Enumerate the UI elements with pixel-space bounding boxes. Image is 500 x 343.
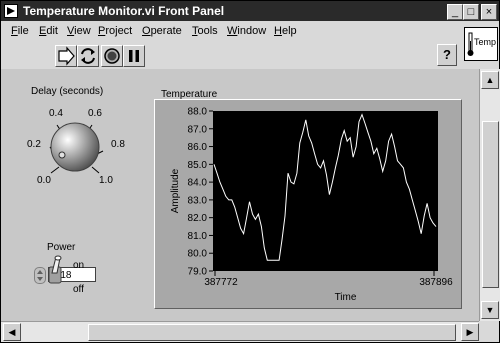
minimize-button[interactable]: _ [447, 4, 463, 20]
run-continuously-button[interactable] [77, 45, 99, 67]
close-icon: × [485, 6, 493, 18]
y-tick-label: 81.0 [188, 231, 208, 242]
menu-file[interactable]: File [11, 25, 29, 37]
menu-window[interactable]: Window [227, 25, 266, 37]
y-tick-label: 80.0 [188, 249, 208, 260]
menu-help[interactable]: Help [274, 25, 297, 37]
scroll-down-button[interactable]: ▼ [481, 301, 499, 319]
menu-tools[interactable]: Tools [192, 25, 218, 37]
power-off-label: off [73, 284, 84, 295]
run-continuously-icon [81, 48, 95, 64]
vertical-scroll-thumb[interactable] [482, 121, 499, 288]
labview-app-icon [4, 4, 18, 18]
run-button[interactable] [55, 45, 77, 67]
menu-edit[interactable]: Edit [39, 25, 58, 37]
horizontal-scrollbar[interactable]: ◀ ▶ [1, 321, 479, 342]
power-on-label: on [73, 260, 85, 271]
front-panel: Delay (seconds) 0.4 0.6 0.2 0.8 0.0 1.0 [1, 69, 479, 321]
close-button[interactable]: × [481, 4, 497, 20]
arrow-down-icon: ▼ [485, 305, 495, 315]
resize-corner[interactable] [479, 321, 499, 341]
menu-view[interactable]: View [67, 25, 91, 37]
knob-pointer [58, 151, 66, 159]
y-tick-label: 79.0 [188, 267, 208, 278]
scroll-right-button[interactable]: ▶ [461, 323, 479, 341]
scroll-up-button[interactable]: ▲ [481, 71, 499, 89]
x-axis-label: Time [335, 292, 357, 303]
arrow-right-icon: ▶ [466, 327, 474, 337]
y-tick-label: 85.0 [188, 160, 208, 171]
y-tick-label: 84.0 [188, 178, 208, 189]
title-bar[interactable]: Temperature Monitor.vi Front Panel _ □ × [1, 1, 499, 21]
abort-button[interactable] [101, 45, 123, 67]
horizontal-scroll-thumb[interactable] [88, 324, 456, 341]
arrow-left-icon: ◀ [8, 327, 16, 337]
plot-area [213, 111, 438, 271]
run-icon [58, 46, 75, 66]
y-tick-label: 86.0 [188, 142, 208, 153]
power-label: Power [47, 242, 76, 253]
maximize-icon: □ [467, 6, 475, 18]
minimize-icon: _ [451, 6, 459, 18]
menu-bar: File Edit View Project Operate Tools Win… [1, 21, 499, 44]
toolbar: ? [1, 43, 499, 70]
pause-icon [129, 50, 139, 62]
x-tick-label: 387896 [419, 277, 453, 288]
vertical-scrollbar[interactable]: ▲ ▼ [479, 69, 500, 321]
y-tick-label: 88.0 [188, 107, 208, 118]
context-help-button[interactable]: ? [437, 44, 457, 66]
y-tick-label: 87.0 [188, 124, 208, 135]
menu-operate[interactable]: Operate [142, 25, 182, 37]
window-title: Temperature Monitor.vi Front Panel [23, 4, 225, 18]
abort-icon [104, 48, 120, 64]
delay-knob-label: Delay (seconds) [31, 86, 104, 97]
y-tick-label: 83.0 [188, 195, 208, 206]
vi-window: Temperature Monitor.vi Front Panel _ □ ×… [0, 0, 500, 343]
y-tick-label: 82.0 [188, 213, 208, 224]
pause-button[interactable] [123, 45, 145, 67]
vi-icon-label: Temp [474, 37, 497, 47]
arrow-up-icon: ▲ [485, 75, 495, 85]
power-toggle-switch[interactable] [44, 255, 70, 285]
x-tick-label: 387772 [204, 277, 238, 288]
temperature-chart[interactable]: 79.0 80.0 81.0 82.0 83.0 84.0 85.0 86.0 87.0 88.0… [154, 99, 462, 309]
vi-icon[interactable]: Temp [464, 27, 498, 61]
help-icon: ? [443, 47, 451, 62]
y-axis-label: Amplitude [170, 168, 181, 213]
menu-project[interactable]: Project [98, 25, 132, 37]
scroll-left-button[interactable]: ◀ [3, 323, 21, 341]
maximize-button[interactable]: □ [463, 4, 479, 20]
delay-knob[interactable] [35, 105, 125, 185]
